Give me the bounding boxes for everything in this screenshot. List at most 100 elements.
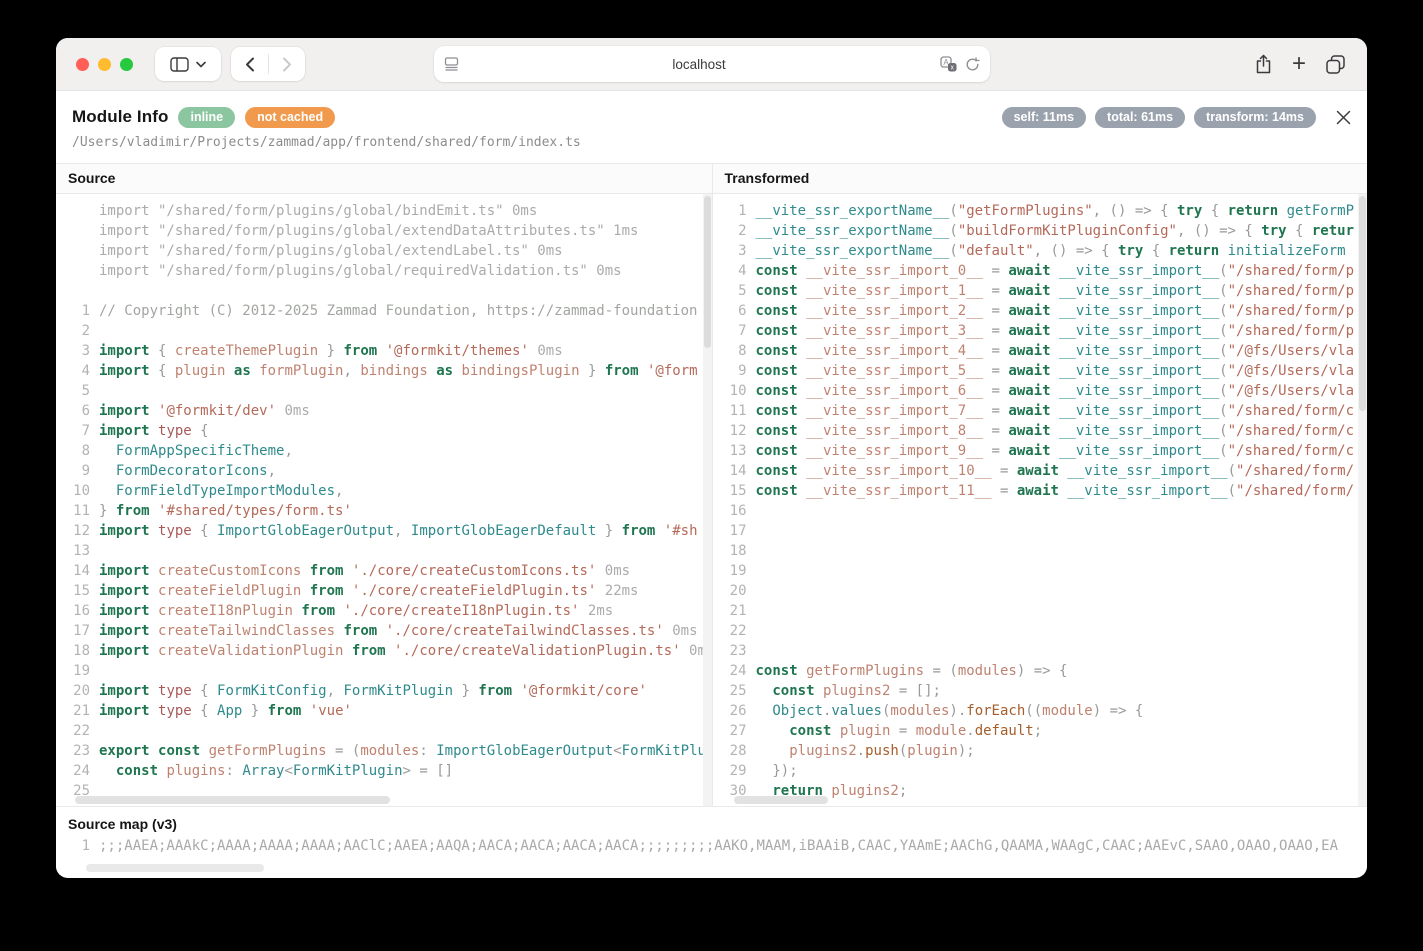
url-text[interactable]: localhost bbox=[459, 57, 940, 72]
transformed-pane-title: Transformed bbox=[713, 163, 1368, 194]
code-line: 6import '@formkit/dev' 0ms bbox=[56, 401, 712, 421]
transformed-vertical-scroll-thumb[interactable] bbox=[1359, 196, 1366, 411]
code-line: 8const __vite_ssr_import_4__ = await __v… bbox=[713, 341, 1368, 361]
reader-icon[interactable] bbox=[444, 57, 459, 71]
sidebar-toggle-button[interactable] bbox=[155, 47, 221, 81]
module-file-path: /Users/vladimir/Projects/zammad/app/fron… bbox=[72, 135, 1351, 163]
code-line: 4import { plugin as formPlugin, bindings… bbox=[56, 361, 712, 381]
code-line: 13 bbox=[56, 541, 712, 561]
browser-window: localhost A x bbox=[56, 38, 1367, 878]
code-line: 18 bbox=[713, 541, 1368, 561]
window-zoom-button[interactable] bbox=[120, 58, 133, 71]
translate-icon[interactable]: A x bbox=[940, 56, 957, 72]
sourcemap-title: Source map (v3) bbox=[56, 807, 1367, 836]
timing-badges: self: 11ms total: 61ms transform: 14ms bbox=[1002, 107, 1316, 128]
reload-icon[interactable] bbox=[965, 57, 980, 72]
code-line: 23export const getFormPlugins = (modules… bbox=[56, 741, 712, 761]
code-line: 17import createTailwindClasses from './c… bbox=[56, 621, 712, 641]
transformed-horizontal-scroll-thumb[interactable] bbox=[734, 796, 828, 804]
self-time-badge: self: 11ms bbox=[1002, 107, 1086, 128]
code-line: 1__vite_ssr_exportName__("getFormPlugins… bbox=[713, 201, 1368, 221]
code-line: 29 }); bbox=[713, 761, 1368, 781]
page-title: Module Info bbox=[72, 107, 168, 127]
code-line: 19 bbox=[713, 561, 1368, 581]
not-cached-badge: not cached bbox=[245, 107, 335, 128]
traffic-lights bbox=[76, 58, 133, 71]
tabs-icon bbox=[1326, 55, 1345, 74]
code-line: 20import type { FormKitConfig, FormKitPl… bbox=[56, 681, 712, 701]
code-panes: Source import "/shared/form/plugins/glob… bbox=[56, 163, 1367, 806]
code-line: 5 bbox=[56, 381, 712, 401]
window-minimize-button[interactable] bbox=[98, 58, 111, 71]
code-line: 21 bbox=[713, 601, 1368, 621]
code-line: 20 bbox=[713, 581, 1368, 601]
transformed-code-view: 1__vite_ssr_exportName__("getFormPlugins… bbox=[713, 194, 1368, 806]
code-line: 24 const plugins: Array<FormKitPlugin> =… bbox=[56, 761, 712, 781]
chevron-right-icon bbox=[282, 57, 292, 72]
share-button[interactable] bbox=[1255, 54, 1272, 74]
sourcemap-section: Source map (v3) 1 ;;;AAEA;AAAkC;AAAA;AAA… bbox=[56, 806, 1367, 875]
chevron-down-icon bbox=[196, 61, 206, 68]
forward-button[interactable] bbox=[269, 47, 305, 81]
code-line: 12import type { ImportGlobEagerOutput, I… bbox=[56, 521, 712, 541]
back-button[interactable] bbox=[232, 47, 268, 81]
code-line: 17 bbox=[713, 521, 1368, 541]
window-close-button[interactable] bbox=[76, 58, 89, 71]
source-horizontal-scroll-thumb[interactable] bbox=[75, 796, 390, 804]
code-line: 16 bbox=[713, 501, 1368, 521]
chevron-left-icon bbox=[245, 57, 255, 72]
new-tab-button[interactable]: + bbox=[1292, 52, 1306, 76]
code-line: 7import type { bbox=[56, 421, 712, 441]
code-line: 14const __vite_ssr_import_10__ = await _… bbox=[713, 461, 1368, 481]
source-pane-title: Source bbox=[56, 163, 712, 194]
code-line: 7const __vite_ssr_import_3__ = await __v… bbox=[713, 321, 1368, 341]
code-line: 26 Object.values(modules).forEach((modul… bbox=[713, 701, 1368, 721]
code-line: 16import createI18nPlugin from './core/c… bbox=[56, 601, 712, 621]
code-line: 23 bbox=[713, 641, 1368, 661]
code-line: import "/shared/form/plugins/global/exte… bbox=[56, 241, 712, 261]
code-line: import "/shared/form/plugins/global/bind… bbox=[56, 201, 712, 221]
code-line: 4const __vite_ssr_import_0__ = await __v… bbox=[713, 261, 1368, 281]
code-line: 21import type { App } from 'vue' bbox=[56, 701, 712, 721]
code-line: 18import createValidationPlugin from './… bbox=[56, 641, 712, 661]
code-line: 28 plugins2.push(plugin); bbox=[713, 741, 1368, 761]
code-line: 11const __vite_ssr_import_7__ = await __… bbox=[713, 401, 1368, 421]
browser-toolbar: localhost A x bbox=[56, 38, 1367, 91]
code-line: 14import createCustomIcons from './core/… bbox=[56, 561, 712, 581]
code-line bbox=[56, 281, 712, 301]
sourcemap-horizontal-scroll-thumb[interactable] bbox=[86, 864, 264, 872]
code-line: 15import createFieldPlugin from './core/… bbox=[56, 581, 712, 601]
code-line: 9const __vite_ssr_import_5__ = await __v… bbox=[713, 361, 1368, 381]
code-line: 27 const plugin = module.default; bbox=[713, 721, 1368, 741]
inline-badge: inline bbox=[178, 107, 235, 128]
code-line: 19 bbox=[56, 661, 712, 681]
code-line: 11} from '#shared/types/form.ts' bbox=[56, 501, 712, 521]
code-line: import "/shared/form/plugins/global/exte… bbox=[56, 221, 712, 241]
code-line: 1// Copyright (C) 2012-2025 Zammad Found… bbox=[56, 301, 712, 321]
code-line: 8 FormAppSpecificTheme, bbox=[56, 441, 712, 461]
total-time-badge: total: 61ms bbox=[1095, 107, 1185, 128]
code-line: 6const __vite_ssr_import_2__ = await __v… bbox=[713, 301, 1368, 321]
code-line: 22 bbox=[713, 621, 1368, 641]
sidebar-icon bbox=[170, 57, 189, 72]
address-bar[interactable]: localhost A x bbox=[434, 46, 990, 82]
code-line: 15const __vite_ssr_import_11__ = await _… bbox=[713, 481, 1368, 501]
source-vertical-scroll-thumb[interactable] bbox=[704, 196, 711, 348]
code-line: 13const __vite_ssr_import_9__ = await __… bbox=[713, 441, 1368, 461]
module-info-header: Module Info inline not cached self: 11ms… bbox=[56, 91, 1367, 163]
code-line: 25 const plugins2 = []; bbox=[713, 681, 1368, 701]
transform-time-badge: transform: 14ms bbox=[1194, 107, 1316, 128]
code-line: 2__vite_ssr_exportName__("buildFormKitPl… bbox=[713, 221, 1368, 241]
share-icon bbox=[1255, 54, 1272, 74]
transformed-vertical-scrollbar[interactable] bbox=[1358, 194, 1367, 806]
code-line: 24const getFormPlugins = (modules) => { bbox=[713, 661, 1368, 681]
source-vertical-scrollbar[interactable] bbox=[703, 194, 712, 806]
code-line: 3__vite_ssr_exportName__("default", () =… bbox=[713, 241, 1368, 261]
close-panel-button[interactable] bbox=[1336, 110, 1351, 125]
code-line: 5const __vite_ssr_import_1__ = await __v… bbox=[713, 281, 1368, 301]
tab-overview-button[interactable] bbox=[1326, 55, 1345, 74]
code-line: 9 FormDecoratorIcons, bbox=[56, 461, 712, 481]
sourcemap-line-number: 1 bbox=[56, 836, 99, 856]
close-icon bbox=[1336, 110, 1351, 125]
code-line: 2 bbox=[56, 321, 712, 341]
